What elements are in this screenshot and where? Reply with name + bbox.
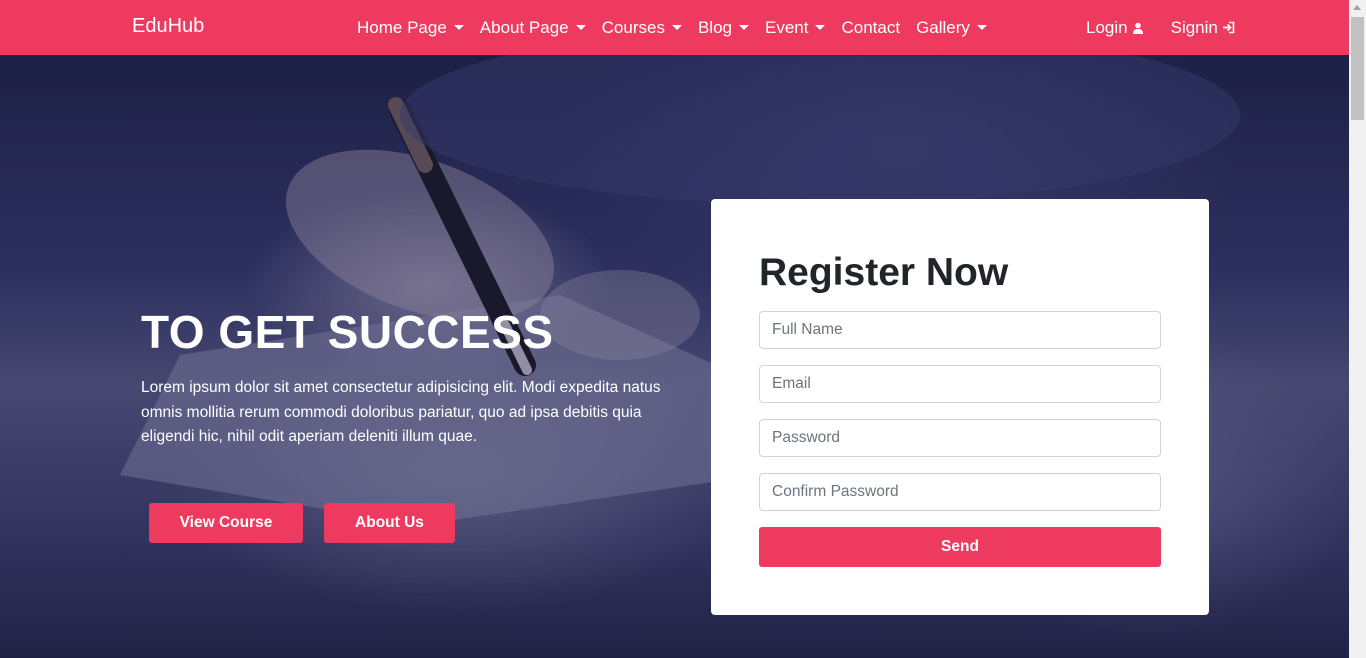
nav-item-label: Event (764, 17, 809, 37)
nav-item-label: Gallery (916, 17, 970, 37)
top-navbar: EduHub Home Page About Page Courses Blog… (0, 0, 1349, 55)
login-label: Login (1086, 17, 1128, 37)
nav-item-label: Courses (601, 17, 665, 37)
scrollbar-thumb[interactable] (1351, 17, 1364, 120)
nav-item-label: Blog (697, 17, 732, 37)
sign-in-icon (1222, 21, 1235, 34)
brand-logo[interactable]: EduHub (132, 15, 204, 38)
confirm-password-input[interactable] (759, 473, 1161, 511)
nav-item-contact[interactable]: Contact (841, 18, 900, 38)
login-link[interactable]: Login (1086, 18, 1144, 38)
nav-item-blog[interactable]: Blog (698, 18, 749, 38)
hero-title: TO GET SUCCESS (141, 306, 554, 358)
hero-section: TO GET SUCCESS Lorem ipsum dolor sit ame… (0, 55, 1349, 658)
hero-description: Lorem ipsum dolor sit amet consectetur a… (141, 379, 661, 445)
nav-item-label: Contact (841, 17, 901, 37)
caret-down-icon (738, 25, 749, 30)
caret-down-icon (575, 25, 586, 30)
caret-down-icon (671, 25, 682, 30)
caret-down-icon (976, 25, 987, 30)
view-course-button[interactable]: View Course (149, 503, 303, 543)
nav-item-label: Home Page (357, 17, 447, 37)
main-nav: Home Page About Page Courses Blog Event … (357, 0, 1003, 55)
nav-item-about-page[interactable]: About Page (480, 18, 586, 38)
register-card: Register Now Send (711, 199, 1209, 615)
about-us-button[interactable]: About Us (324, 503, 455, 543)
password-input[interactable] (759, 419, 1161, 457)
auth-nav: Login Signin (1086, 0, 1235, 55)
caret-down-icon (453, 25, 464, 30)
page-scrollbar[interactable] (1349, 0, 1366, 658)
signin-link[interactable]: Signin (1171, 18, 1235, 38)
send-button[interactable]: Send (759, 527, 1161, 567)
nav-item-courses[interactable]: Courses (602, 18, 682, 38)
full-name-input[interactable] (759, 311, 1161, 349)
nav-item-gallery[interactable]: Gallery (916, 18, 987, 38)
user-icon (1132, 22, 1144, 34)
nav-item-label: About Page (479, 17, 569, 37)
caret-down-icon (815, 25, 826, 30)
register-title: Register Now (759, 251, 1009, 294)
signin-label: Signin (1170, 17, 1218, 37)
scroll-up-arrow-icon[interactable] (1353, 5, 1361, 10)
email-input[interactable] (759, 365, 1161, 403)
nav-item-event[interactable]: Event (764, 17, 826, 38)
nav-item-home-page[interactable]: Home Page (357, 18, 464, 38)
